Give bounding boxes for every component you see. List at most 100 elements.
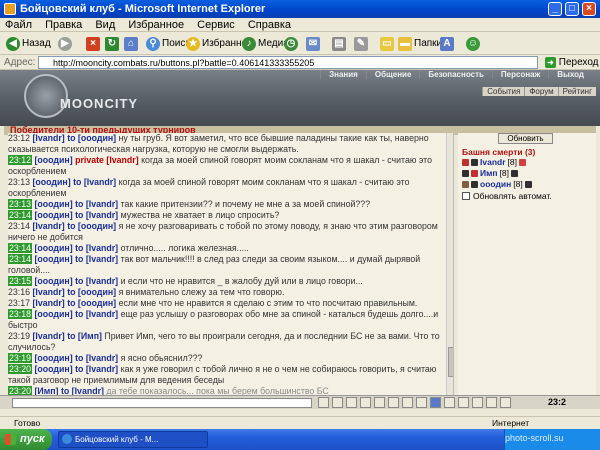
nav-forum[interactable]: Форум <box>524 87 557 96</box>
message-time[interactable]: 23:14 <box>8 254 33 264</box>
message-time[interactable]: 23:14 <box>8 210 33 220</box>
send-icon[interactable] <box>318 397 329 408</box>
nav-rating[interactable]: Рейтинг <box>557 87 596 96</box>
user-icon[interactable] <box>402 397 413 408</box>
info-icon[interactable] <box>524 181 532 188</box>
search-button[interactable]: ⚲ Поиск <box>146 36 190 52</box>
message-recipient[interactable]: to [ooодин] <box>67 287 116 297</box>
message-time[interactable]: 23:12 <box>8 155 33 165</box>
message-recipient[interactable]: private [Ivandr] <box>75 155 139 165</box>
print-button[interactable]: ▤ <box>332 36 346 52</box>
message-time[interactable]: 23:13 <box>8 177 30 187</box>
message-sender[interactable]: [ooодин] <box>34 353 72 363</box>
translit-icon[interactable] <box>430 397 441 408</box>
forward-button[interactable]: ▶ <box>58 36 72 52</box>
info-icon[interactable] <box>472 397 483 408</box>
nav-security[interactable]: Безопасность <box>419 70 492 79</box>
message-sender[interactable]: [ooодин] <box>34 254 72 264</box>
fight-icon[interactable] <box>416 397 427 408</box>
message-sender[interactable]: [Ivandr] <box>32 133 64 143</box>
message-sender[interactable]: [ooодин] <box>34 364 72 374</box>
message-sender[interactable]: [Ivandr] <box>32 221 64 231</box>
discuss-button[interactable]: ▭ <box>380 36 394 52</box>
message-recipient[interactable]: to [Ivandr] <box>75 199 118 209</box>
message-recipient[interactable]: to [Ivandr] <box>75 309 118 319</box>
player-row[interactable]: Ivandr [8] <box>462 157 526 168</box>
message-time[interactable]: 23:16 <box>8 287 30 297</box>
clear-icon[interactable] <box>332 397 343 408</box>
message-recipient[interactable]: to [Ivandr] <box>61 386 104 395</box>
taskbar-ie-window[interactable]: Бойцовский клуб - М... <box>58 431 208 448</box>
message-recipient[interactable]: to [Ivandr] <box>75 276 118 286</box>
message-time[interactable]: 23:17 <box>8 298 30 308</box>
font-size-button[interactable]: A <box>440 36 454 52</box>
message-recipient[interactable]: to [Ivandr] <box>75 364 118 374</box>
nav-knowledge[interactable]: Знания <box>320 70 366 79</box>
address-input[interactable] <box>38 56 538 69</box>
sound-icon[interactable] <box>388 397 399 408</box>
message-recipient[interactable]: to [Ivandr] <box>73 177 116 187</box>
edit-button[interactable]: ✎ <box>354 36 368 52</box>
message-sender[interactable]: [Ivandr] <box>32 331 64 341</box>
message-sender[interactable]: [Ivandr] <box>32 298 64 308</box>
maximize-button[interactable]: □ <box>565 2 579 16</box>
chat-scrollbar[interactable] <box>446 133 453 395</box>
history-button[interactable]: ◷ <box>284 36 298 52</box>
settings-icon[interactable] <box>458 397 469 408</box>
message-recipient[interactable]: to [ooодин] <box>67 221 116 231</box>
message-recipient[interactable]: to [Имп] <box>67 331 102 341</box>
message-recipient[interactable]: to [Ivandr] <box>75 254 118 264</box>
menu-view[interactable]: Вид <box>90 18 120 32</box>
player-row[interactable]: Имп [8] <box>462 168 518 179</box>
checkbox-box[interactable] <box>462 192 470 200</box>
message-sender[interactable]: [ooодин] <box>34 155 72 165</box>
message-time[interactable]: 23:19 <box>8 353 33 363</box>
filter-icon[interactable] <box>360 397 371 408</box>
message-time[interactable]: 23:12 <box>8 133 30 143</box>
message-time[interactable]: 23:15 <box>8 276 33 286</box>
message-time[interactable]: 23:13 <box>8 199 33 209</box>
message-sender[interactable]: [ooодин] <box>34 199 72 209</box>
message-sender[interactable]: [Имп] <box>34 386 58 395</box>
menu-favorites[interactable]: Избранное <box>123 18 189 32</box>
menu-file[interactable]: Файл <box>0 18 37 32</box>
menu-tools[interactable]: Сервис <box>192 18 240 32</box>
message-sender[interactable]: [ooодин] <box>34 276 72 286</box>
message-recipient[interactable]: to [Ivandr] <box>75 243 118 253</box>
menu-edit[interactable]: Правка <box>40 18 87 32</box>
message-recipient[interactable]: to [ooодин] <box>67 133 116 143</box>
folders-button[interactable]: ▬ Папки <box>398 36 442 52</box>
message-sender[interactable]: [ooодин] <box>34 210 72 220</box>
message-recipient[interactable]: to [Ivandr] <box>75 210 118 220</box>
refresh-list-button[interactable]: Обновить <box>498 133 553 144</box>
autoupdate-checkbox[interactable]: Обновлять автомат. <box>462 191 552 201</box>
message-time[interactable]: 23:14 <box>8 221 30 231</box>
message-recipient[interactable]: to [Ivandr] <box>75 353 118 363</box>
player-row[interactable]: ooодин [8] <box>462 179 532 190</box>
message-time[interactable]: 23:20 <box>8 386 33 395</box>
nav-character[interactable]: Персонаж <box>491 70 548 79</box>
refresh-page-button[interactable]: ↻ <box>105 36 119 52</box>
message-time[interactable]: 23:19 <box>8 331 30 341</box>
go-button[interactable]: ➜ Переход <box>545 55 599 70</box>
media-button[interactable]: ♪ Медиа <box>242 36 289 52</box>
message-sender[interactable]: [Ivandr] <box>32 287 64 297</box>
home-button[interactable]: ⌂ <box>124 36 138 52</box>
menu-help[interactable]: Справка <box>243 18 296 32</box>
back-button[interactable]: ◀ Назад <box>6 36 51 52</box>
message-sender[interactable]: [ooодин] <box>32 177 70 187</box>
minimize-button[interactable]: _ <box>548 2 562 16</box>
chat-message-input[interactable] <box>12 398 312 408</box>
start-button[interactable]: пуск <box>0 429 52 450</box>
message-time[interactable]: 23:14 <box>8 243 33 253</box>
refresh-chat-icon[interactable] <box>500 397 511 408</box>
message-recipient[interactable]: to [ooодин] <box>67 298 116 308</box>
stop-button[interactable]: × <box>86 36 100 52</box>
smile-icon[interactable] <box>444 397 455 408</box>
log-icon[interactable] <box>486 397 497 408</box>
info-icon[interactable] <box>518 159 526 166</box>
pen-icon[interactable] <box>346 397 357 408</box>
nav-communication[interactable]: Общение <box>365 70 420 79</box>
message-sender[interactable]: [ooодин] <box>34 309 72 319</box>
mail-button[interactable]: ✉ <box>306 36 320 52</box>
